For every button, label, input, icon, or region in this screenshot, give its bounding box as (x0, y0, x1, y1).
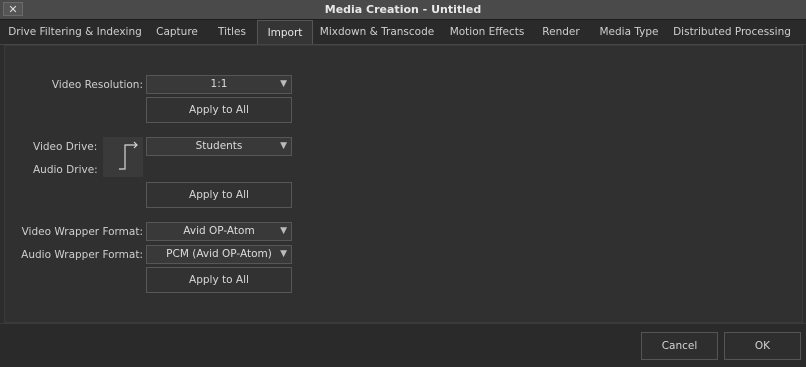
drive-link-icon (119, 141, 138, 170)
video-wrapper-value: Avid OP-Atom (183, 225, 255, 237)
drive-dropdown[interactable]: Students ▼ (146, 137, 292, 156)
video-wrapper-label: Video Wrapper Format: (21, 226, 143, 238)
window-title: Media Creation - Untitled (324, 3, 482, 16)
tab-drive-filtering[interactable]: Drive Filtering & Indexing (6, 20, 144, 44)
tab-titles[interactable]: Titles (210, 20, 254, 44)
wrapper-apply-button[interactable]: Apply to All (146, 267, 292, 293)
drive-apply-button[interactable]: Apply to All (146, 182, 292, 208)
drive-value: Students (195, 140, 243, 152)
video-resolution-dropdown[interactable]: 1:1 ▼ (146, 75, 292, 94)
tab-import[interactable]: Import (257, 20, 313, 44)
tab-distributed-processing[interactable]: Distributed Processing (672, 20, 792, 44)
tab-mixdown-transcode[interactable]: Mixdown & Transcode (317, 20, 437, 44)
tab-capture[interactable]: Capture (148, 20, 206, 44)
tab-bar: Drive Filtering & Indexing Capture Title… (0, 20, 806, 45)
ok-button[interactable]: OK (724, 332, 801, 360)
audio-wrapper-label: Audio Wrapper Format: (21, 249, 143, 261)
tab-render[interactable]: Render (536, 20, 586, 44)
video-drive-label: Video Drive: (33, 141, 98, 153)
video-resolution-apply-button[interactable]: Apply to All (146, 97, 292, 123)
tab-media-type[interactable]: Media Type (594, 20, 664, 44)
title-bar: ✕ Media Creation - Untitled (0, 0, 806, 20)
chevron-down-icon: ▼ (280, 141, 287, 151)
audio-wrapper-dropdown[interactable]: PCM (Avid OP-Atom) ▼ (146, 245, 292, 264)
dialog-footer: Cancel OK (0, 323, 806, 367)
cancel-button[interactable]: Cancel (641, 332, 718, 360)
video-resolution-value: 1:1 (210, 78, 228, 90)
video-resolution-label: Video Resolution: (51, 79, 143, 91)
audio-wrapper-value: PCM (Avid OP-Atom) (166, 248, 272, 260)
audio-drive-label: Audio Drive: (33, 164, 98, 176)
tab-motion-effects[interactable]: Motion Effects (444, 20, 530, 44)
chevron-down-icon: ▼ (280, 249, 287, 259)
video-wrapper-dropdown[interactable]: Avid OP-Atom ▼ (146, 222, 292, 241)
chevron-down-icon: ▼ (280, 226, 287, 236)
drive-link-button[interactable] (103, 137, 143, 177)
chevron-down-icon: ▼ (280, 79, 287, 89)
